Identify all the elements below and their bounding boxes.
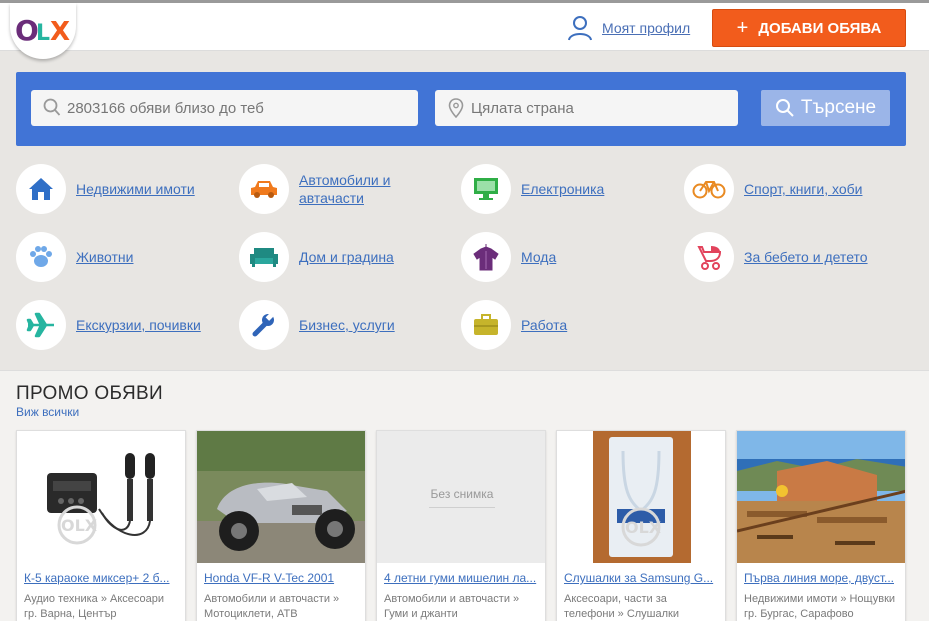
- stroller-icon: [684, 232, 734, 282]
- category-home-garden[interactable]: Дом и градина: [239, 232, 449, 282]
- category-label[interactable]: Мода: [521, 248, 671, 266]
- listing-category: Аудио техника » Аксесоари: [24, 593, 165, 605]
- category-label[interactable]: Работа: [521, 316, 671, 334]
- search-icon: [775, 99, 794, 117]
- category-grid: Недвижими имоти Автомобили и автачасти Е…: [16, 164, 916, 354]
- briefcase-icon: [461, 300, 511, 350]
- listing-category: Автомобили и авточасти »: [384, 593, 520, 605]
- no-image-text: Без снимка: [430, 486, 494, 501]
- listing-location: Гуми и джанти: [384, 608, 458, 620]
- location-input[interactable]: [471, 99, 721, 117]
- listing-meta: Аудио техника » Аксесоари гр. Варна, Цен…: [24, 592, 184, 621]
- category-label[interactable]: Дом и градина: [299, 248, 449, 266]
- search-button[interactable]: Търсене: [761, 90, 890, 126]
- svg-text:X: X: [50, 17, 70, 47]
- my-profile[interactable]: Моят профил: [566, 13, 690, 43]
- category-jobs[interactable]: Работа: [461, 300, 671, 350]
- listing-meta: Недвижими имоти » Нощувки гр. Бургас, Са…: [744, 592, 904, 621]
- category-baby-kids[interactable]: За бебето и детето: [684, 232, 894, 282]
- user-icon: [568, 16, 592, 41]
- category-business-services[interactable]: Бизнес, услуги: [239, 300, 449, 350]
- promo-card[interactable]: Без снимка 4 летни гуми мишелин ла... Ав…: [376, 430, 546, 621]
- wrench-icon: [239, 300, 289, 350]
- svg-text:L: L: [36, 21, 50, 46]
- category-animals[interactable]: Животни: [16, 232, 226, 282]
- search-query-field[interactable]: [31, 90, 418, 126]
- add-listing-label: ДОБАВИ ОБЯВА: [758, 19, 882, 37]
- category-real-estate[interactable]: Недвижими имоти: [16, 164, 226, 214]
- category-sport-books-hobbies[interactable]: Спорт, книги, хоби: [684, 164, 894, 214]
- listing-meta: Автомобили и авточасти » Гуми и джанти: [384, 592, 544, 621]
- category-label[interactable]: Животни: [76, 248, 226, 266]
- listing-photo[interactable]: [737, 431, 905, 563]
- listing-photo-placeholder[interactable]: Без снимка: [377, 431, 545, 563]
- my-profile-link[interactable]: Моят профил: [602, 20, 690, 36]
- listing-meta: Автомобили и авточасти » Мотоциклети, АТ…: [204, 592, 364, 621]
- listing-title[interactable]: К-5 караоке миксер+ 2 б...: [24, 571, 182, 585]
- listing-title[interactable]: Слушалки за Samsung G...: [564, 571, 722, 585]
- placeholder-divider: [429, 506, 495, 508]
- listing-title[interactable]: Honda VF-R V-Tec 2001: [204, 571, 362, 585]
- airplane-icon: [16, 300, 66, 350]
- location-pin-icon: [448, 98, 464, 118]
- category-electronics[interactable]: Електроника: [461, 164, 671, 214]
- bicycle-icon: [684, 164, 734, 214]
- listing-location: Мотоциклети, АТВ: [204, 608, 298, 620]
- promo-card[interactable]: OLX Слушалки за Samsung G... Аксесоари, …: [556, 430, 726, 621]
- monitor-icon: [461, 164, 511, 214]
- search-input[interactable]: [67, 99, 387, 117]
- promo-card[interactable]: Първа линия море, двуст... Недвижими имо…: [736, 430, 906, 621]
- house-icon: [16, 164, 66, 214]
- listing-title[interactable]: 4 летни гуми мишелин ла...: [384, 571, 542, 585]
- category-label[interactable]: Бизнес, услуги: [299, 316, 449, 334]
- svg-text:OLX: OLX: [61, 516, 98, 535]
- promo-card[interactable]: Honda VF-R V-Tec 2001 Автомобили и авточ…: [196, 430, 366, 621]
- promo-title: ПРОМО ОБЯВИ: [16, 383, 163, 404]
- category-travel[interactable]: Екскурзии, почивки: [16, 300, 226, 350]
- listing-category: Аксесоари, части за: [564, 593, 667, 605]
- category-cars[interactable]: Автомобили и автачасти: [239, 164, 449, 214]
- listing-meta: Аксесоари, части за телефони » Слушалки: [564, 592, 724, 621]
- listing-location: телефони » Слушалки: [564, 608, 680, 620]
- listing-title[interactable]: Първа линия море, двуст...: [744, 571, 902, 585]
- location-field[interactable]: [435, 90, 738, 126]
- sofa-icon: [239, 232, 289, 282]
- category-label[interactable]: Недвижими имоти: [76, 180, 226, 198]
- paw-icon: [16, 232, 66, 282]
- olx-logo[interactable]: O L X: [10, 3, 76, 59]
- plus-icon: +: [736, 17, 749, 39]
- listing-photo[interactable]: [197, 431, 365, 563]
- category-label[interactable]: Спорт, книги, хоби: [744, 180, 894, 198]
- search-icon: [43, 98, 61, 116]
- category-label[interactable]: Автомобили и автачасти: [299, 171, 449, 207]
- listing-category: Недвижими имоти » Нощувки: [744, 593, 896, 605]
- listing-photo[interactable]: OLX: [17, 431, 185, 563]
- category-label[interactable]: Електроника: [521, 180, 671, 198]
- car-icon: [239, 164, 289, 214]
- shirt-icon: [461, 232, 511, 282]
- listing-location: гр. Варна, Център: [24, 608, 117, 620]
- search-button-label: Търсене: [800, 97, 877, 118]
- listing-category: Автомобили и авточасти »: [204, 593, 340, 605]
- add-listing-button[interactable]: + ДОБАВИ ОБЯВА: [712, 9, 906, 47]
- svg-text:OLX: OLX: [625, 518, 662, 537]
- promo-card[interactable]: OLX К-5 караоке миксер+ 2 б... Аудио тех…: [16, 430, 186, 621]
- view-all-link[interactable]: Виж всички: [16, 405, 79, 419]
- listing-photo[interactable]: OLX: [557, 431, 725, 563]
- category-label[interactable]: Екскурзии, почивки: [76, 316, 226, 334]
- category-fashion[interactable]: Мода: [461, 232, 671, 282]
- listing-location: гр. Бургас, Сарафово: [744, 608, 854, 620]
- site-header: O L X Моят профил + ДОБАВИ ОБЯВА: [0, 3, 929, 59]
- search-panel: Търсене: [16, 72, 906, 146]
- category-label[interactable]: За бебето и детето: [744, 248, 894, 266]
